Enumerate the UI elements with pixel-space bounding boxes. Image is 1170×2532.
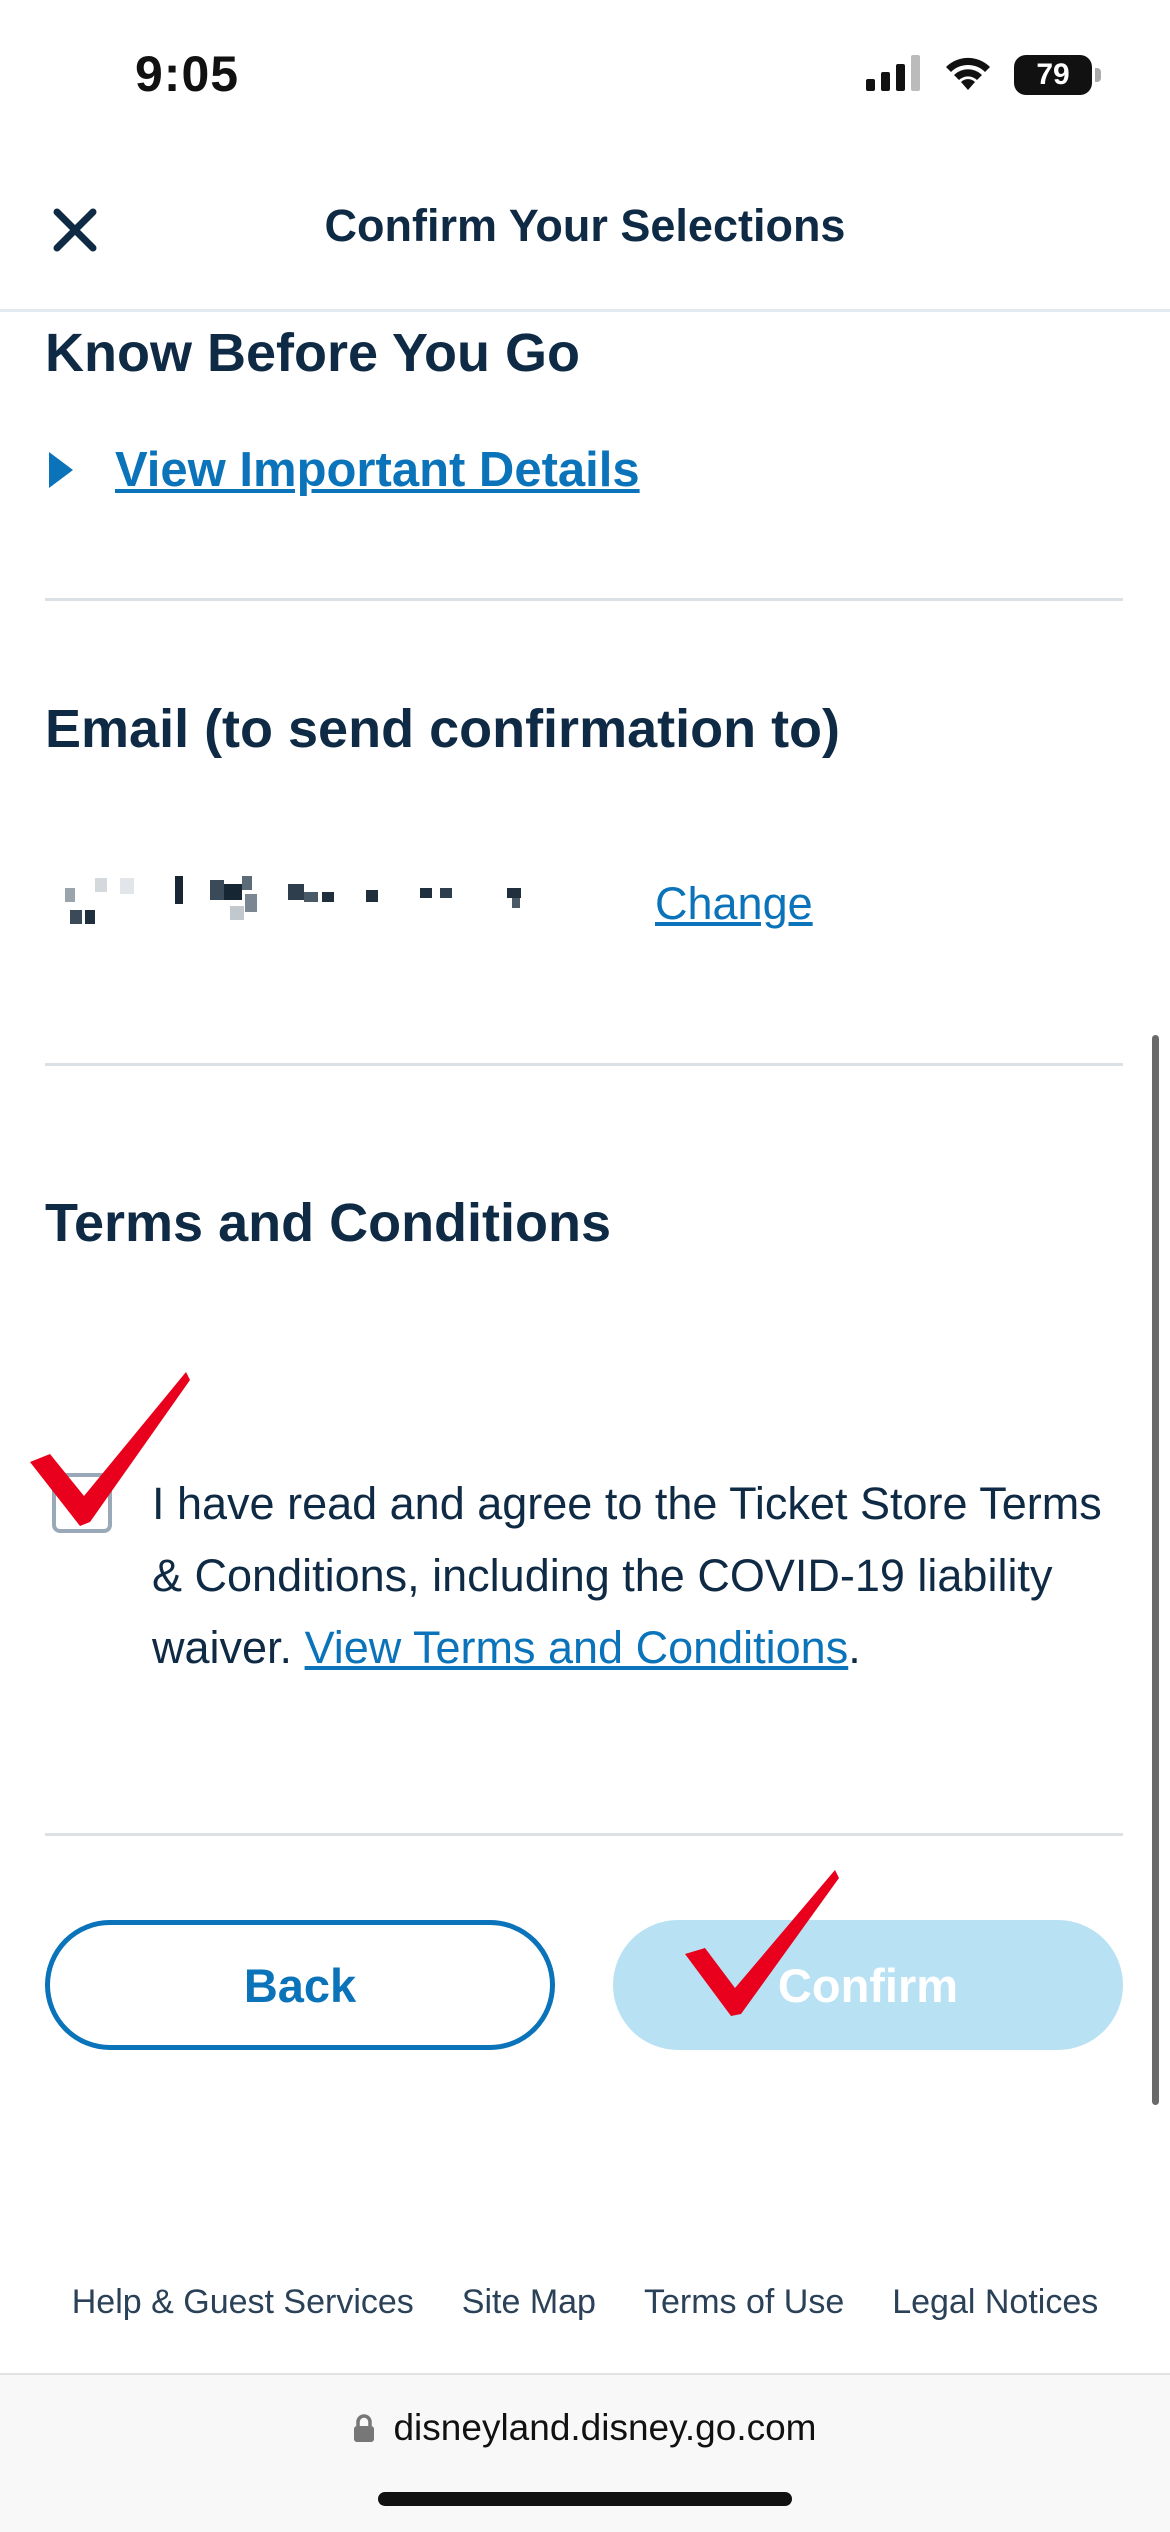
divider [45, 1833, 1123, 1836]
email-value-redacted [60, 870, 530, 930]
view-terms-link[interactable]: View Terms and Conditions [305, 1622, 849, 1673]
wifi-icon [942, 54, 994, 97]
footer-link-help[interactable]: Help & Guest Services [72, 2283, 414, 2322]
view-important-details-link[interactable]: View Important Details [45, 440, 640, 500]
url-text: disneyland.disney.go.com [393, 2407, 817, 2448]
confirm-button[interactable]: Confirm [613, 1920, 1123, 2050]
footer-links: Help & Guest Services Site Map Terms of … [0, 2283, 1170, 2322]
back-button[interactable]: Back [45, 1920, 555, 2050]
url-display[interactable]: disneyland.disney.go.com [0, 2407, 1170, 2449]
divider [45, 598, 1123, 601]
page-title: Confirm Your Selections [324, 200, 846, 251]
know-before-heading: Know Before You Go [45, 323, 581, 383]
caret-right-icon [49, 452, 73, 488]
email-heading: Email (to send confirmation to) [45, 699, 841, 759]
footer-link-terms-of-use[interactable]: Terms of Use [644, 2283, 844, 2322]
terms-heading: Terms and Conditions [45, 1193, 612, 1253]
scrollbar[interactable] [1152, 1035, 1159, 2105]
view-important-details-label: View Important Details [115, 443, 640, 497]
home-indicator [378, 2492, 792, 2506]
terms-trailing-period: . [848, 1622, 861, 1673]
cellular-signal-icon [866, 54, 922, 96]
status-bar: 9:05 79 [0, 0, 1170, 150]
browser-address-bar: disneyland.disney.go.com [0, 2373, 1170, 2532]
change-email-link[interactable]: Change [655, 878, 813, 930]
battery-indicator: 79 [1014, 55, 1101, 95]
terms-agreement-text: I have read and agree to the Ticket Stor… [152, 1468, 1132, 1684]
lock-icon [354, 2414, 375, 2442]
divider [45, 1063, 1123, 1066]
footer-link-site-map[interactable]: Site Map [462, 2283, 596, 2322]
status-time: 9:05 [135, 46, 240, 102]
terms-agree-checkbox[interactable] [52, 1473, 112, 1533]
footer-link-legal-notices[interactable]: Legal Notices [892, 2283, 1098, 2322]
status-icons: 79 [866, 52, 1101, 98]
page-header: Confirm Your Selections [0, 150, 1170, 312]
